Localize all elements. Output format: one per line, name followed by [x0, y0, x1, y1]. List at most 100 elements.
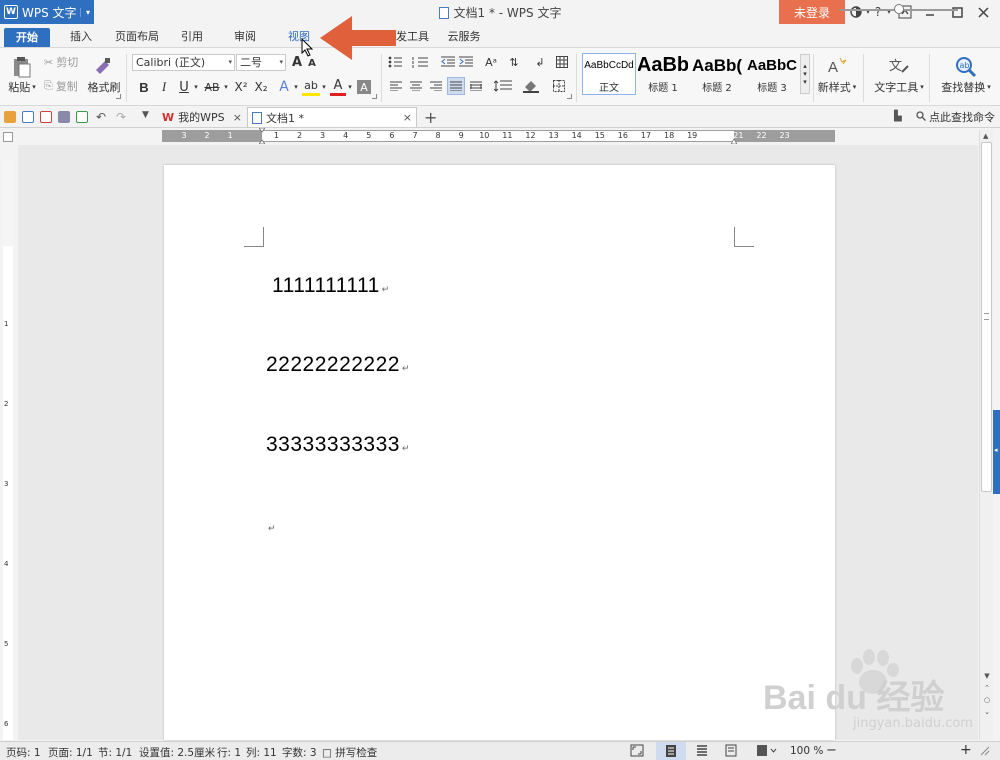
align-center-icon[interactable] [408, 78, 424, 94]
font-dialog-launcher[interactable] [372, 94, 377, 99]
paste-button[interactable]: 粘贴 ▾ [4, 80, 40, 94]
chevron-down-icon[interactable]: ▾ [884, 0, 894, 24]
zoom-out-button[interactable]: − [826, 743, 837, 758]
line-spacing-icon[interactable] [492, 78, 514, 94]
chevron-down-icon[interactable]: ▾ [346, 78, 354, 96]
copy-button[interactable]: ⎘ 复制 [44, 78, 84, 94]
style-heading-1[interactable]: AaBb 标题 1 [638, 54, 688, 94]
paragraph[interactable]: ↵ [266, 523, 276, 534]
numbering-icon[interactable] [410, 54, 432, 70]
sort-icon[interactable]: ⇅ [506, 54, 522, 70]
tab-my-wps[interactable]: W 我的WPS × [158, 107, 246, 127]
close-icon[interactable]: × [403, 111, 412, 124]
chevron-down-icon[interactable]: ▾ [864, 0, 872, 24]
font-size-select[interactable]: 二号 ▾ [236, 54, 286, 71]
scroll-nav[interactable]: ▼ ⌃ ○ ⌄ [982, 670, 992, 718]
collapse-ribbon-icon[interactable]: ▙ [894, 111, 906, 123]
text-tools-icon[interactable]: 文 [884, 54, 914, 78]
chevron-down-icon[interactable]: ▾ [192, 78, 200, 96]
char-shading-button[interactable]: A [357, 80, 371, 94]
vertical-ruler[interactable]: 1 2 3 4 5 6 [3, 160, 13, 740]
align-left-icon[interactable] [388, 78, 404, 94]
clipboard-dialog-launcher[interactable] [116, 94, 121, 99]
format-painter-button[interactable]: 格式刷 [86, 80, 122, 94]
superscript-button[interactable]: X² [232, 78, 250, 96]
text-tools-button[interactable]: 文字工具 ▾ [872, 80, 926, 94]
underline-button[interactable]: U [176, 78, 192, 96]
cut-button[interactable]: ✂ 剪切 [44, 54, 84, 70]
web-view-icon[interactable] [756, 744, 778, 760]
paragraph-dialog-launcher[interactable] [567, 94, 572, 99]
maximize-icon[interactable] [944, 0, 970, 24]
zoom-slider-thumb[interactable] [894, 4, 904, 14]
chevron-down-icon[interactable]: ▾ [222, 78, 230, 96]
redo-icon[interactable]: ↷ [116, 110, 128, 124]
resize-grip-icon[interactable] [978, 744, 990, 759]
minimize-icon[interactable] [916, 0, 944, 24]
text-effect-button[interactable]: A [276, 78, 292, 96]
show-marks-icon[interactable]: ↲ [530, 54, 550, 70]
bold-button[interactable]: B [136, 78, 152, 96]
paragraph[interactable]: 1111111111 ↵ [272, 274, 390, 298]
change-case-icon[interactable]: Aᵃ [480, 54, 502, 70]
distributed-icon[interactable] [468, 78, 484, 94]
customize-dropdown-icon[interactable]: ▼ [142, 110, 154, 122]
command-search[interactable]: 点此查找命令 [912, 107, 1000, 127]
tab-page-layout[interactable]: 页面布局 [110, 27, 164, 47]
strikethrough-button[interactable]: AB [202, 78, 222, 96]
style-normal[interactable]: AaBbCcDd 正文 [582, 53, 636, 95]
italic-button[interactable]: I [156, 78, 172, 96]
scroll-up-icon[interactable]: ▲ [983, 132, 988, 140]
paste-icon[interactable] [6, 54, 36, 80]
styles-scroll[interactable]: ▴ ▾ ▾ [800, 54, 810, 94]
chevron-down-icon[interactable]: ▾ [292, 78, 300, 96]
paragraph[interactable]: 33333333333 ↵ [266, 433, 410, 457]
shrink-font-button[interactable]: A [306, 56, 318, 71]
undo-icon[interactable]: ↶ [96, 110, 108, 124]
decrease-indent-icon[interactable] [440, 54, 456, 70]
tab-selector[interactable] [3, 132, 13, 142]
new-tab-button[interactable]: + [420, 107, 437, 127]
indent-marker[interactable] [258, 127, 266, 145]
side-panel-toggle[interactable]: ◂ [993, 410, 1000, 494]
reading-view-icon[interactable] [725, 744, 739, 760]
new-style-icon[interactable]: A [822, 54, 852, 78]
tab-review[interactable]: 审阅 [224, 27, 266, 47]
print-preview-icon[interactable] [76, 111, 88, 123]
horizontal-ruler[interactable]: 3 2 1 1 2 3 4 5 6 7 8 9 10 11 12 13 14 15 16 17 18 19 21 22 23 [162, 127, 835, 145]
zoom-level[interactable]: 100 % [790, 745, 823, 757]
export-pdf-icon[interactable] [40, 111, 52, 123]
format-painter-icon[interactable] [88, 54, 118, 78]
close-icon[interactable]: × [233, 111, 242, 124]
shading-icon[interactable] [520, 78, 542, 94]
save-icon[interactable] [22, 111, 34, 123]
tab-home[interactable]: 开始 [4, 28, 50, 47]
tab-insert[interactable]: 插入 [60, 27, 102, 47]
find-replace-button[interactable]: 查找替换 ▾ [934, 80, 998, 94]
tab-document-1[interactable]: 文档1 * × [247, 107, 417, 127]
help-button[interactable]: ? [872, 0, 884, 24]
style-heading-3[interactable]: AaBbC 标题 3 [746, 54, 798, 94]
font-name-select[interactable]: Calibri (正文) ▾ [132, 54, 235, 71]
highlight-button[interactable]: ab [302, 78, 320, 96]
print-icon[interactable] [58, 111, 70, 123]
zoom-in-button[interactable]: + [960, 742, 972, 758]
open-folder-icon[interactable] [4, 111, 16, 123]
tab-cloud[interactable]: 云服务 [442, 27, 486, 47]
spell-check-toggle[interactable]: □ 拼写检查 [322, 745, 377, 760]
scrollbar-thumb[interactable] [981, 142, 992, 492]
outline-view-icon[interactable] [695, 744, 709, 760]
login-button[interactable]: 未登录 [779, 0, 845, 24]
fullscreen-icon[interactable] [630, 744, 644, 760]
status-words[interactable]: 字数: 3 [282, 745, 317, 760]
paragraph[interactable]: 22222222222 ↵ [266, 353, 410, 377]
font-color-button[interactable]: A [330, 78, 346, 96]
table-grid-icon[interactable] [554, 54, 570, 70]
justify-icon[interactable] [447, 77, 465, 95]
align-right-icon[interactable] [428, 78, 444, 94]
borders-icon[interactable] [548, 78, 570, 94]
skin-icon[interactable] [848, 0, 864, 24]
tab-references[interactable]: 引用 [172, 27, 212, 47]
increase-indent-icon[interactable] [458, 54, 474, 70]
chevron-down-icon[interactable]: ▾ [320, 78, 328, 96]
